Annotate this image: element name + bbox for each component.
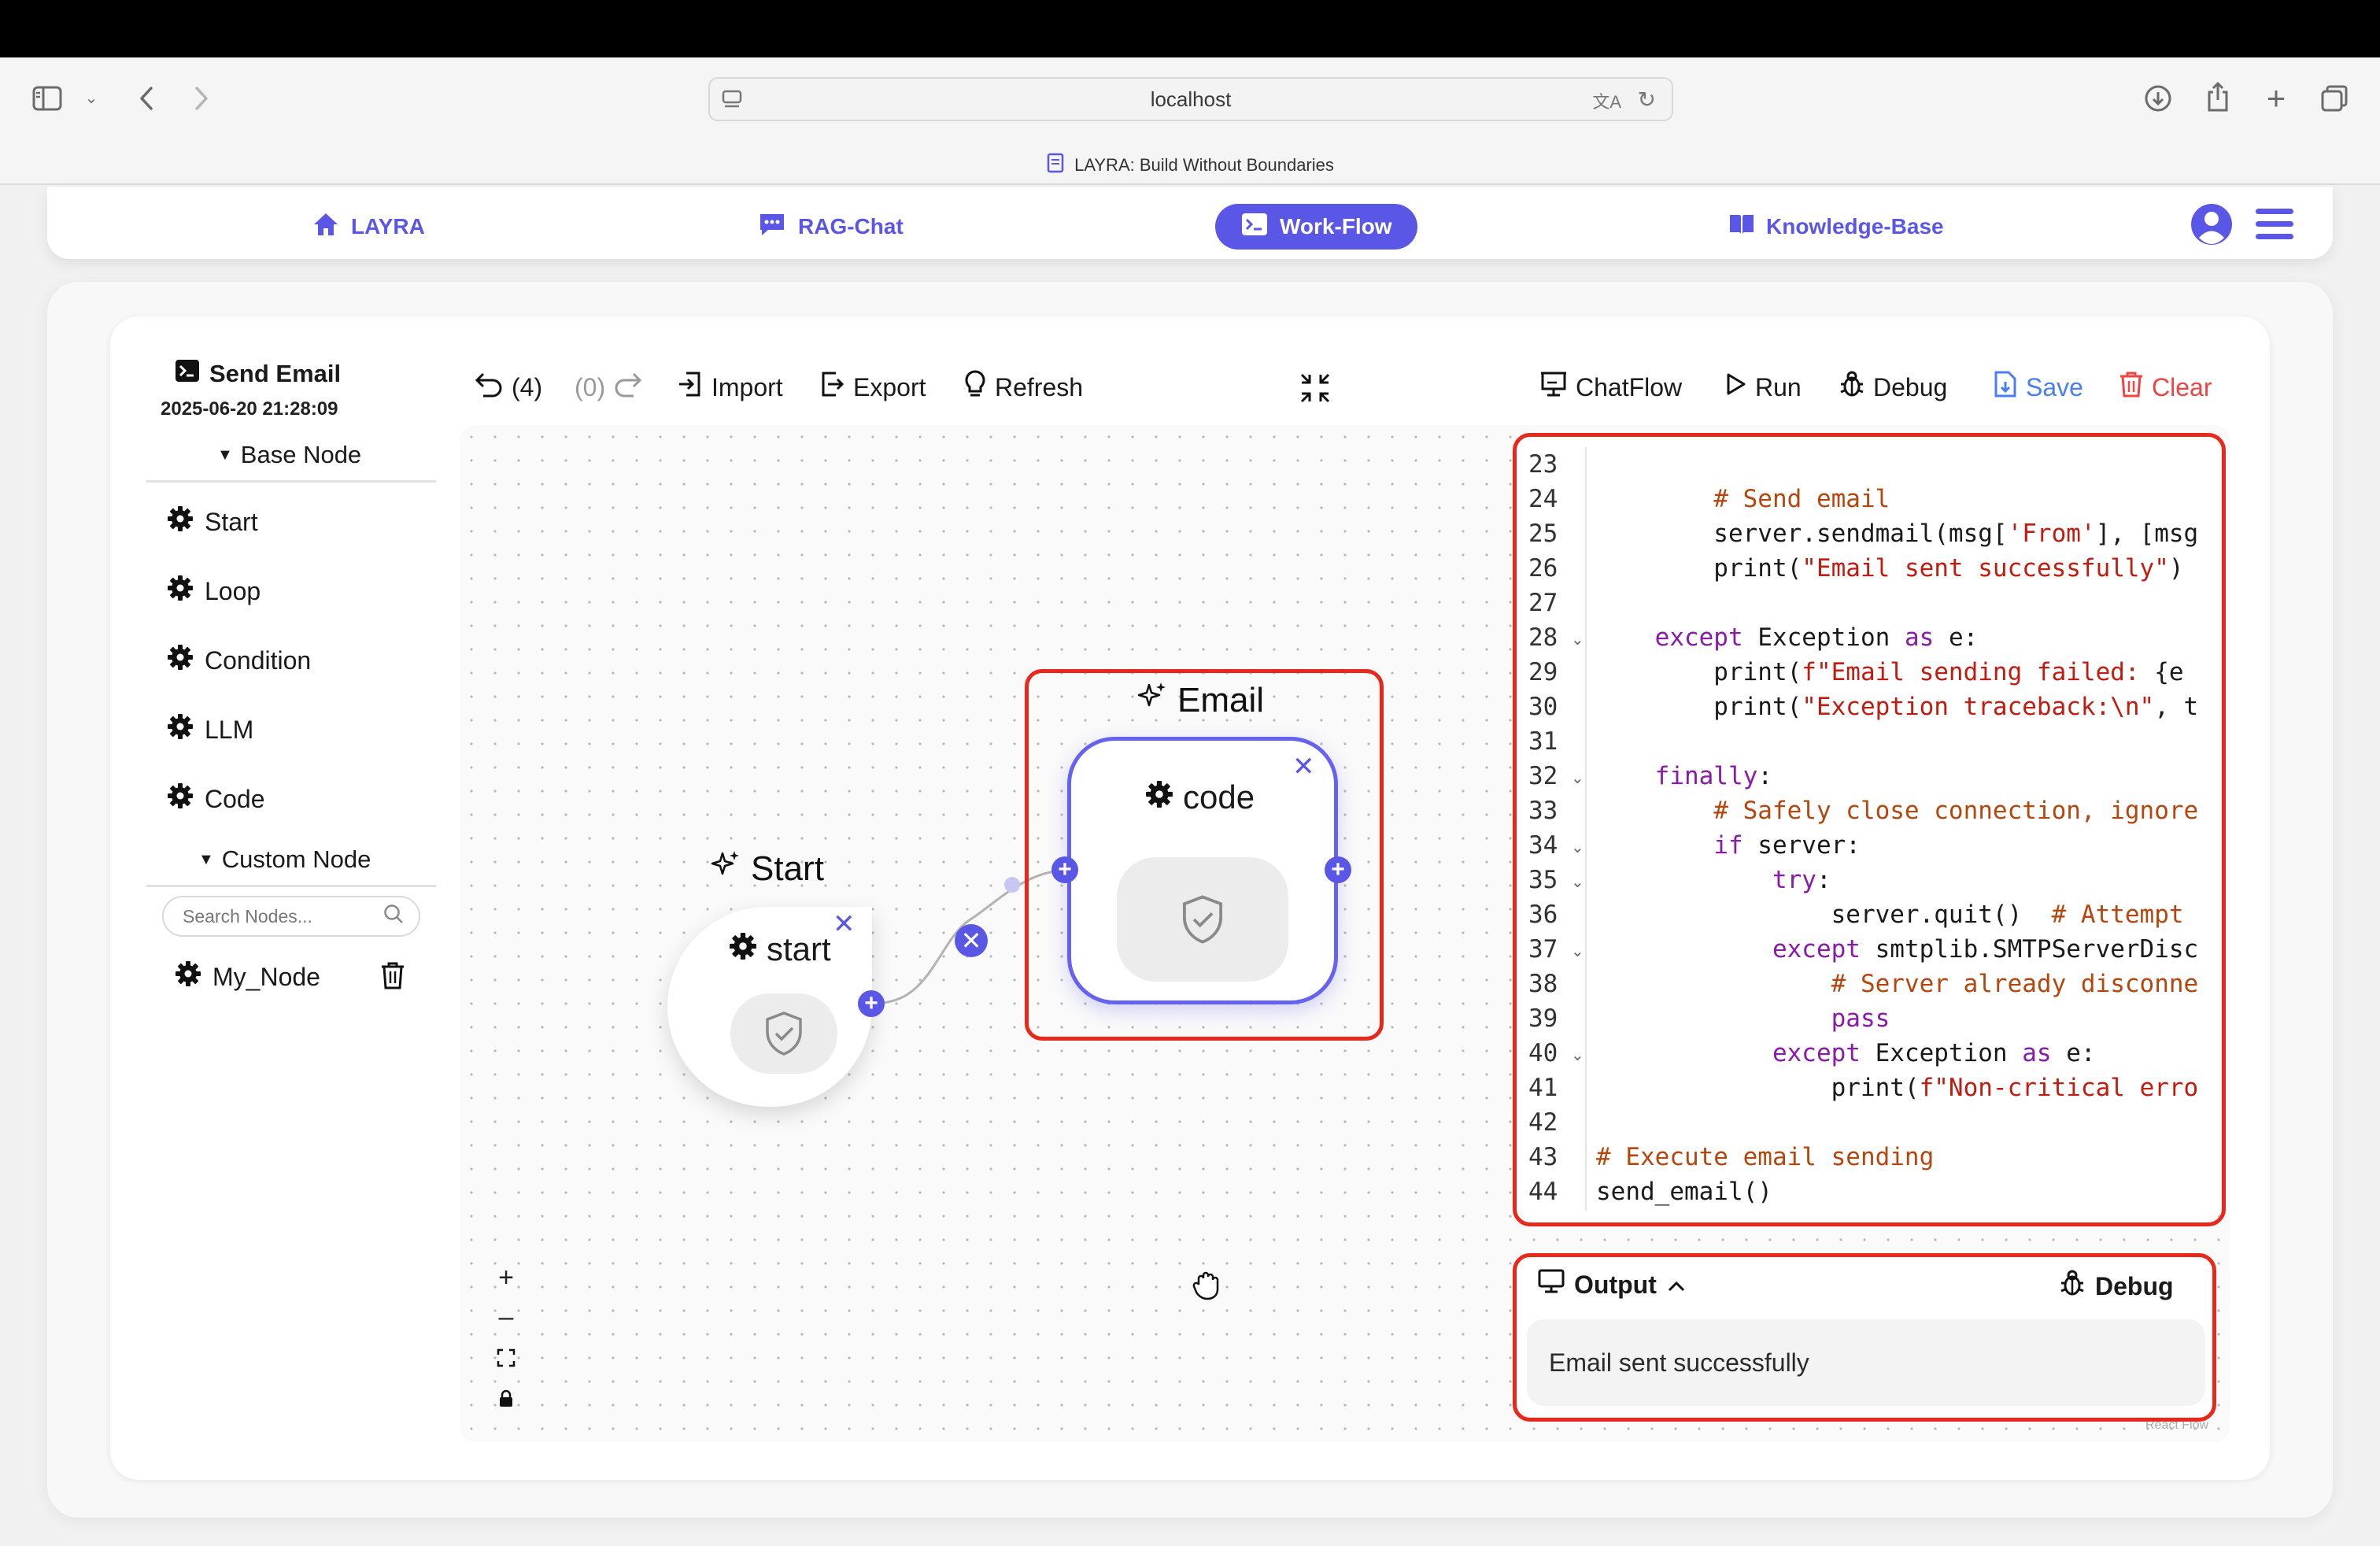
code-node-title: code: [1145, 779, 1255, 816]
forward-icon[interactable]: [186, 81, 217, 116]
undo-icon: [474, 371, 504, 404]
email-node-label: Email: [1136, 680, 1264, 720]
book-icon: [1728, 213, 1755, 242]
terminal-icon: [1240, 212, 1269, 242]
divider: [146, 885, 436, 887]
lightbulb-icon: [963, 369, 987, 405]
start-node-label: Start: [710, 849, 824, 889]
url-text: localhost: [1150, 87, 1232, 111]
tab-overview-icon[interactable]: [2317, 81, 2352, 116]
new-tab-icon[interactable]: +: [2259, 80, 2293, 117]
grab-cursor-icon: [1192, 1269, 1221, 1304]
top-navbar: LAYRA RAG-Chat Work-Flow Knowledge-Base: [47, 187, 2333, 259]
save-button[interactable]: Save: [1993, 367, 2083, 408]
code-node-input-handle[interactable]: +: [1051, 856, 1078, 883]
tab-title: LAYRA: Build Without Boundaries: [1074, 155, 1334, 175]
workflow-title: Send Email: [175, 359, 341, 389]
user-avatar-icon[interactable]: [2190, 202, 2234, 250]
redo-icon: [613, 371, 643, 404]
workflow-name: Send Email: [209, 360, 342, 387]
save-icon: [1993, 370, 2018, 405]
caret-down-icon: ▼: [198, 850, 214, 868]
base-node-loop[interactable]: Loop: [167, 575, 261, 608]
export-button[interactable]: Export: [819, 367, 926, 408]
run-button[interactable]: Run: [1724, 367, 1802, 408]
refresh-button[interactable]: Refresh: [963, 367, 1083, 408]
start-node-close-icon[interactable]: ✕: [833, 908, 856, 940]
base-node-section-toggle[interactable]: ▼ Base Node: [217, 441, 361, 469]
nav-knowledge-base[interactable]: Knowledge-Base: [1728, 204, 1944, 250]
code-node-close-icon[interactable]: ✕: [1292, 751, 1315, 782]
import-button[interactable]: Import: [677, 367, 783, 408]
presentation-icon: [1539, 370, 1568, 405]
system-top-bar: [0, 0, 2380, 57]
undo-button[interactable]: (4): [474, 367, 542, 408]
highlight-output-panel: [1513, 1253, 2216, 1422]
sidebar-toggle-icon[interactable]: [30, 81, 65, 116]
import-icon: [677, 370, 704, 405]
custom-node-section-toggle[interactable]: ▼ Custom Node: [198, 845, 371, 874]
gear-icon: [729, 930, 757, 968]
site-settings-icon[interactable]: [721, 88, 745, 117]
workflow-timestamp: 2025-06-20 21:28:09: [161, 398, 338, 420]
base-node-start[interactable]: Start: [167, 505, 258, 538]
gear-icon: [175, 960, 201, 993]
clear-button[interactable]: Clear: [2119, 367, 2212, 408]
highlight-code-editor: [1513, 433, 2226, 1226]
base-node-condition[interactable]: Condition: [167, 644, 311, 677]
url-bar[interactable]: localhost 文A ↻: [708, 77, 1673, 121]
zoom-out-icon[interactable]: –: [490, 1300, 523, 1333]
browser-toolbar: ⌄ localhost 文A ↻ + LAYRA: Build Without …: [0, 57, 2380, 185]
caret-down-icon: ▼: [217, 446, 233, 464]
gear-icon: [167, 644, 194, 677]
chatflow-button[interactable]: ChatFlow: [1539, 367, 1682, 408]
menu-icon[interactable]: [2254, 207, 2295, 246]
home-icon: [312, 211, 340, 243]
gear-icon: [1145, 779, 1173, 816]
active-tab[interactable]: LAYRA: Build Without Boundaries: [0, 146, 2380, 185]
nav-layra[interactable]: LAYRA: [312, 204, 425, 250]
sparkles-icon: [1136, 680, 1168, 720]
translate-icon[interactable]: 文A: [1592, 88, 1621, 113]
nav-work-flow[interactable]: Work-Flow: [1215, 204, 1417, 250]
page-icon: [1046, 153, 1065, 178]
download-icon[interactable]: [2141, 81, 2175, 116]
start-node-title: start: [729, 930, 831, 968]
lock-icon[interactable]: [490, 1382, 523, 1415]
base-node-llm[interactable]: LLM: [167, 713, 253, 746]
gear-icon: [167, 575, 194, 608]
bug-icon: [1839, 370, 1865, 405]
code-node-output-handle[interactable]: +: [1325, 856, 1351, 883]
redo-button[interactable]: (0): [575, 367, 643, 408]
share-icon[interactable]: [2201, 78, 2235, 116]
gear-icon: [167, 505, 194, 538]
edge-midpoint-dot[interactable]: [1004, 877, 1020, 893]
gear-icon: [167, 713, 194, 746]
base-node-code[interactable]: Code: [167, 782, 265, 816]
nav-rag-chat[interactable]: RAG-Chat: [757, 204, 904, 250]
gear-icon: [167, 782, 194, 816]
shield-check-icon: [1117, 857, 1288, 982]
back-icon[interactable]: [131, 81, 162, 116]
chat-icon: [757, 211, 787, 243]
search-icon: [382, 903, 405, 930]
trash-icon: [2119, 370, 2144, 405]
custom-node-item[interactable]: My_Node: [175, 960, 320, 993]
collapse-icon[interactable]: [1299, 372, 1332, 409]
fit-view-icon[interactable]: [490, 1341, 523, 1374]
export-icon: [819, 370, 845, 405]
shield-check-icon: [730, 993, 837, 1074]
trash-icon[interactable]: [379, 960, 406, 994]
search-nodes-input[interactable]: Search Nodes...: [162, 896, 420, 937]
chevron-down-icon[interactable]: ⌄: [82, 86, 101, 109]
play-icon: [1724, 372, 1747, 403]
divider: [146, 480, 436, 483]
sparkles-icon: [710, 849, 741, 889]
zoom-in-icon[interactable]: +: [490, 1261, 523, 1294]
start-node-output-handle[interactable]: +: [858, 990, 885, 1017]
debug-button[interactable]: Debug: [1839, 367, 1947, 408]
delete-edge-icon[interactable]: ✕: [955, 924, 988, 957]
terminal-icon: [175, 359, 200, 389]
reload-icon[interactable]: ↻: [1638, 87, 1656, 113]
